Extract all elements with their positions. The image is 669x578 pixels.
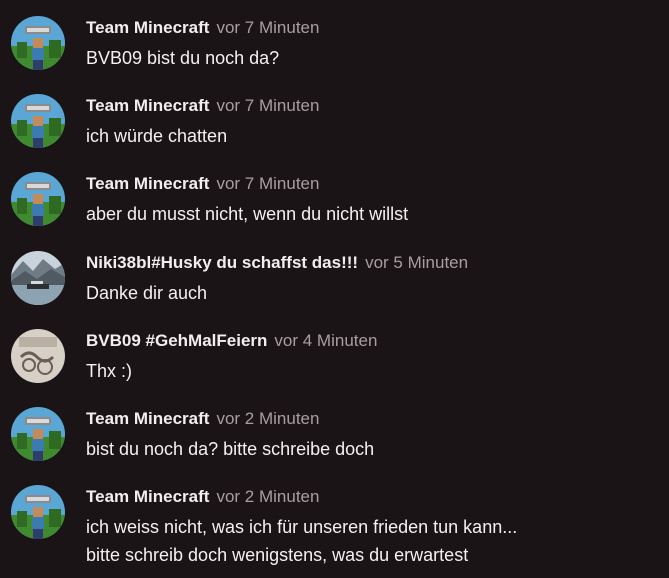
message-text: BVB09 bist du noch da?	[86, 44, 279, 72]
author-name[interactable]: BVB09 #GehMalFeiern	[86, 331, 267, 350]
message-header: Team Minecraft vor 7 Minuten	[86, 16, 319, 40]
author-name[interactable]: Team Minecraft	[86, 409, 209, 428]
message-header: Team Minecraft vor 7 Minuten	[86, 94, 319, 118]
message-text: bist du noch da? bitte schreibe doch	[86, 435, 374, 463]
message-text: Thx :)	[86, 357, 132, 385]
message-text: aber du musst nicht, wenn du nicht wills…	[86, 200, 408, 228]
sketch-avatar[interactable]	[11, 329, 65, 383]
timestamp: vor 7 Minuten	[216, 174, 320, 193]
message-line: aber du musst nicht, wenn du nicht wills…	[86, 204, 409, 224]
chat-message-list: Team Minecraft vor 7 Minuten BVB09 bist d…	[0, 0, 669, 578]
author-name[interactable]: Team Minecraft	[86, 96, 209, 115]
author-name[interactable]: Team Minecraft	[86, 18, 209, 37]
timestamp: vor 2 Minuten	[216, 409, 320, 428]
message-text: Danke dir auch	[86, 279, 207, 307]
timestamp: vor 7 Minuten	[216, 18, 320, 37]
author-name[interactable]: Team Minecraft	[86, 487, 209, 506]
message-header: Niki38bl#Husky du schaffst das!!! vor 5 M…	[86, 251, 468, 275]
message-header: BVB09 #GehMalFeiern vor 4 Minuten	[86, 329, 377, 353]
message-line: Danke dir auch	[86, 283, 208, 303]
message-line: ich weiss nicht, was ich für unseren fri…	[86, 517, 518, 537]
message-header: Team Minecraft vor 2 Minuten	[86, 485, 319, 509]
timestamp: vor 4 Minuten	[274, 331, 378, 350]
timestamp: vor 2 Minuten	[216, 487, 320, 506]
message-line: BVB09 bist du noch da?	[86, 48, 280, 68]
minecraft-avatar[interactable]	[11, 172, 65, 226]
message-line: bitte schreib doch wenigstens, was du er…	[86, 545, 469, 565]
message-header: Team Minecraft vor 7 Minuten	[86, 172, 319, 196]
timestamp: vor 7 Minuten	[216, 96, 320, 115]
minecraft-avatar[interactable]	[11, 485, 65, 539]
message-line: bist du noch da? bitte schreibe doch	[86, 439, 375, 459]
timestamp: vor 5 Minuten	[365, 253, 469, 272]
message-header: Team Minecraft vor 2 Minuten	[86, 407, 319, 431]
landscape-avatar[interactable]	[11, 251, 65, 305]
author-name[interactable]: Niki38bl#Husky du schaffst das!!!	[86, 253, 358, 272]
minecraft-avatar[interactable]	[11, 16, 65, 70]
minecraft-avatar[interactable]	[11, 94, 65, 148]
message-text: ich weiss nicht, was ich für unseren fri…	[86, 513, 517, 569]
message-text: ich würde chatten	[86, 122, 227, 150]
message-line: Thx :)	[86, 361, 133, 381]
minecraft-avatar[interactable]	[11, 407, 65, 461]
author-name[interactable]: Team Minecraft	[86, 174, 209, 193]
message-line: ich würde chatten	[86, 126, 228, 146]
